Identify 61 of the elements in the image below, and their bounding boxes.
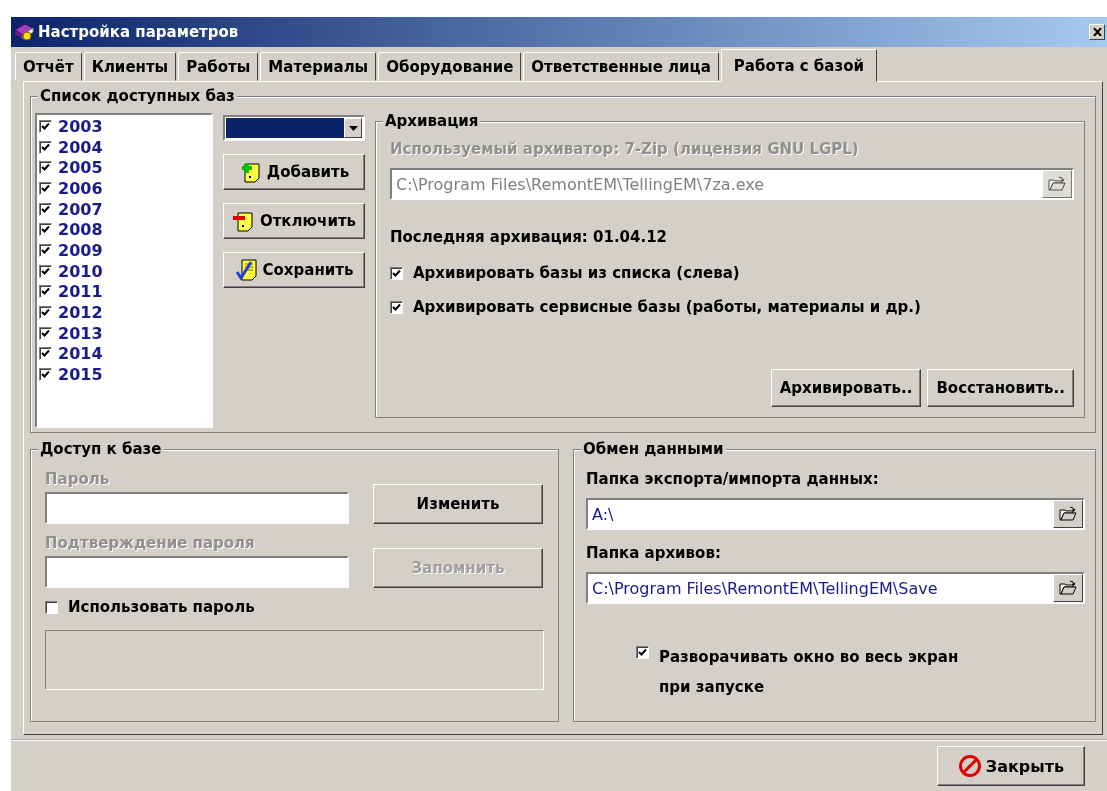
folder-icon xyxy=(1059,580,1077,596)
group-title: Архивация xyxy=(385,112,479,130)
list-item[interactable]: 2009 xyxy=(58,240,103,260)
tab[interactable]: Работа с базой xyxy=(720,49,877,82)
archiver-label: Используемый архиватор: 7-Zip (лицензия GNU LGPL) xyxy=(390,140,860,158)
folder-path-field[interactable]: C:\Program Files\RemontEM\TellingEM\Save xyxy=(586,572,1085,604)
list-item[interactable]: 2005 xyxy=(58,158,103,178)
list-item[interactable]: 2015 xyxy=(58,365,103,385)
tab[interactable]: Работы xyxy=(178,52,259,81)
checkbox[interactable] xyxy=(390,300,403,314)
last-archive-label: Последняя архивация: 01.04.12 xyxy=(390,228,669,246)
field-label: Пароль xyxy=(45,470,111,488)
action-button[interactable]: Архивировать.. xyxy=(770,369,922,407)
document-minus-icon xyxy=(231,209,256,233)
group-title: Обмен данными xyxy=(583,440,724,458)
tab[interactable]: Ответственные лица xyxy=(523,52,719,81)
list-item[interactable]: 2008 xyxy=(58,220,103,240)
tab[interactable]: Материалы xyxy=(260,52,377,81)
folder-icon xyxy=(1048,176,1066,192)
caret-icon xyxy=(348,125,358,131)
close-icon xyxy=(1092,28,1102,36)
list-item[interactable]: 2007 xyxy=(58,199,103,219)
action-button[interactable]: Восстановить.. xyxy=(927,369,1074,407)
tab[interactable]: Отчёт xyxy=(15,52,82,81)
folder-icon xyxy=(1059,506,1077,522)
dropdown[interactable] xyxy=(223,115,365,141)
list-item[interactable]: 2012 xyxy=(58,303,103,323)
list-item[interactable]: 2004 xyxy=(58,137,103,157)
tab[interactable]: Оборудование xyxy=(378,52,522,81)
app-icon xyxy=(13,22,35,42)
checkbox-label: Архивировать базы из списка (слева) xyxy=(413,264,740,282)
window-title: Настройка параметров xyxy=(38,23,239,41)
list-item[interactable]: 2011 xyxy=(58,282,103,302)
list-item[interactable]: 2003 xyxy=(58,116,103,136)
field-label: Папка экспорта/импорта данных: xyxy=(586,470,880,488)
close-button[interactable] xyxy=(1089,24,1105,40)
browse-button[interactable] xyxy=(1053,574,1083,602)
checkbox[interactable] xyxy=(390,266,403,280)
checkbox-label: Архивировать сервисные базы (работы, материалы и др.) xyxy=(413,298,921,316)
group-title: Доступ к базе xyxy=(40,440,162,458)
toolbar-button[interactable]: Добавить xyxy=(223,154,365,190)
browse-button[interactable] xyxy=(1053,500,1083,528)
list-item[interactable]: 2010 xyxy=(58,261,103,281)
toolbar-button[interactable]: Сохранить xyxy=(223,252,365,288)
document-check-icon xyxy=(234,258,259,282)
checkbox[interactable] xyxy=(636,646,649,659)
tab[interactable]: Клиенты xyxy=(83,52,177,81)
field-label: Папка архивов: xyxy=(586,544,722,562)
group-title: Список доступных баз xyxy=(40,87,235,105)
field-label: Подтверждение пароля xyxy=(45,534,256,552)
prohibited-icon xyxy=(957,754,982,778)
close-button[interactable]: Закрыть xyxy=(937,746,1085,786)
checkbox-label: Использовать пароль xyxy=(68,598,255,616)
list-item[interactable]: 2014 xyxy=(58,344,103,364)
checkbox-label: Разворачивать окно во весь экран при запуске xyxy=(659,647,959,698)
list-item[interactable]: 2013 xyxy=(58,323,103,343)
path-value: C:\Program Files\RemontEM\TellingEM\7za.exe xyxy=(396,174,766,194)
checkbox[interactable] xyxy=(45,600,58,614)
toolbar-button[interactable]: Отключить xyxy=(223,203,365,239)
folder-path-field[interactable]: A:\ xyxy=(586,498,1085,530)
list-item[interactable]: 2006 xyxy=(58,178,103,198)
